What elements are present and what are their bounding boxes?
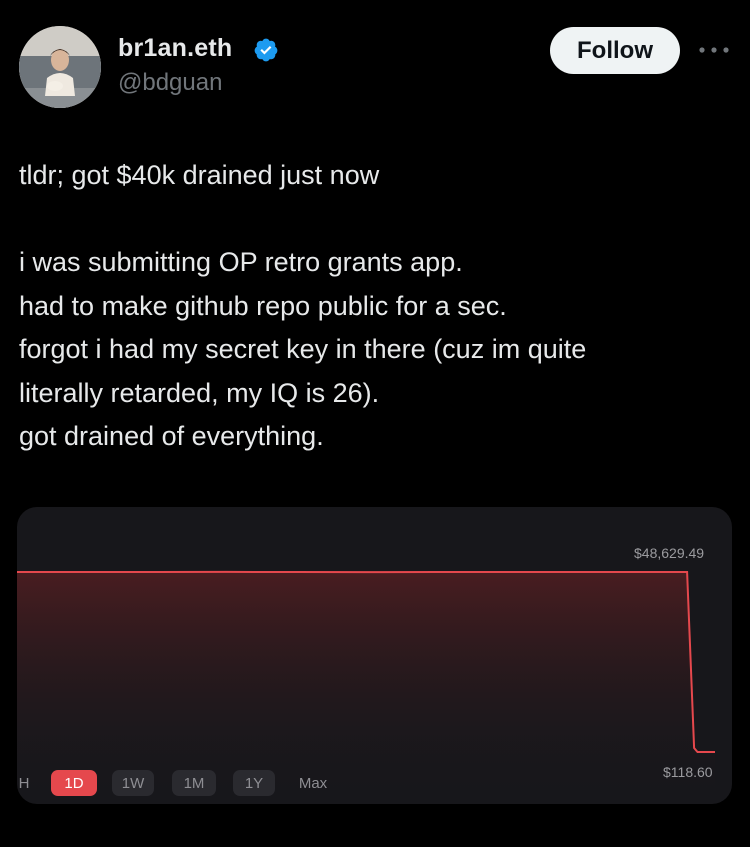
range-button-1y[interactable]: 1Y [233, 770, 275, 796]
range-button-1d[interactable]: 1D [51, 770, 97, 796]
display-name[interactable]: br1an.eth [118, 34, 232, 63]
tweet-line: got drained of everything. [19, 421, 324, 451]
price-chart [17, 570, 715, 804]
range-button-1m[interactable]: 1M [172, 770, 216, 796]
verified-badge-icon [254, 38, 278, 62]
chart-image[interactable]: $48,629.49 $118.60 H 1D 1W 1M 1Y Max [17, 507, 732, 804]
range-button-1w[interactable]: 1W [112, 770, 154, 796]
more-horizontal-icon[interactable] [697, 44, 731, 56]
tweet-line: forgot i had my secret key in there (cuz… [19, 334, 587, 364]
avatar-photo [19, 26, 101, 108]
author-handle[interactable]: @bdguan [118, 69, 222, 97]
tweet-line: literally retarded, my IQ is 26). [19, 377, 380, 408]
low-price-label: $118.60 [663, 764, 713, 780]
high-price-label: $48,629.49 [634, 545, 705, 561]
avatar[interactable] [19, 26, 101, 108]
tweet-line: had to make github repo public for a sec… [19, 290, 507, 321]
tweet-line: tldr; got $40k drained just now [19, 160, 380, 190]
range-button-h[interactable]: H [17, 770, 32, 796]
tweet-text: tldr; got $40k drained just now i was su… [19, 154, 729, 459]
range-button-max[interactable]: Max [291, 770, 335, 796]
follow-button[interactable]: Follow [550, 27, 680, 74]
tweet-line: i was submitting OP retro grants app. [19, 247, 463, 277]
